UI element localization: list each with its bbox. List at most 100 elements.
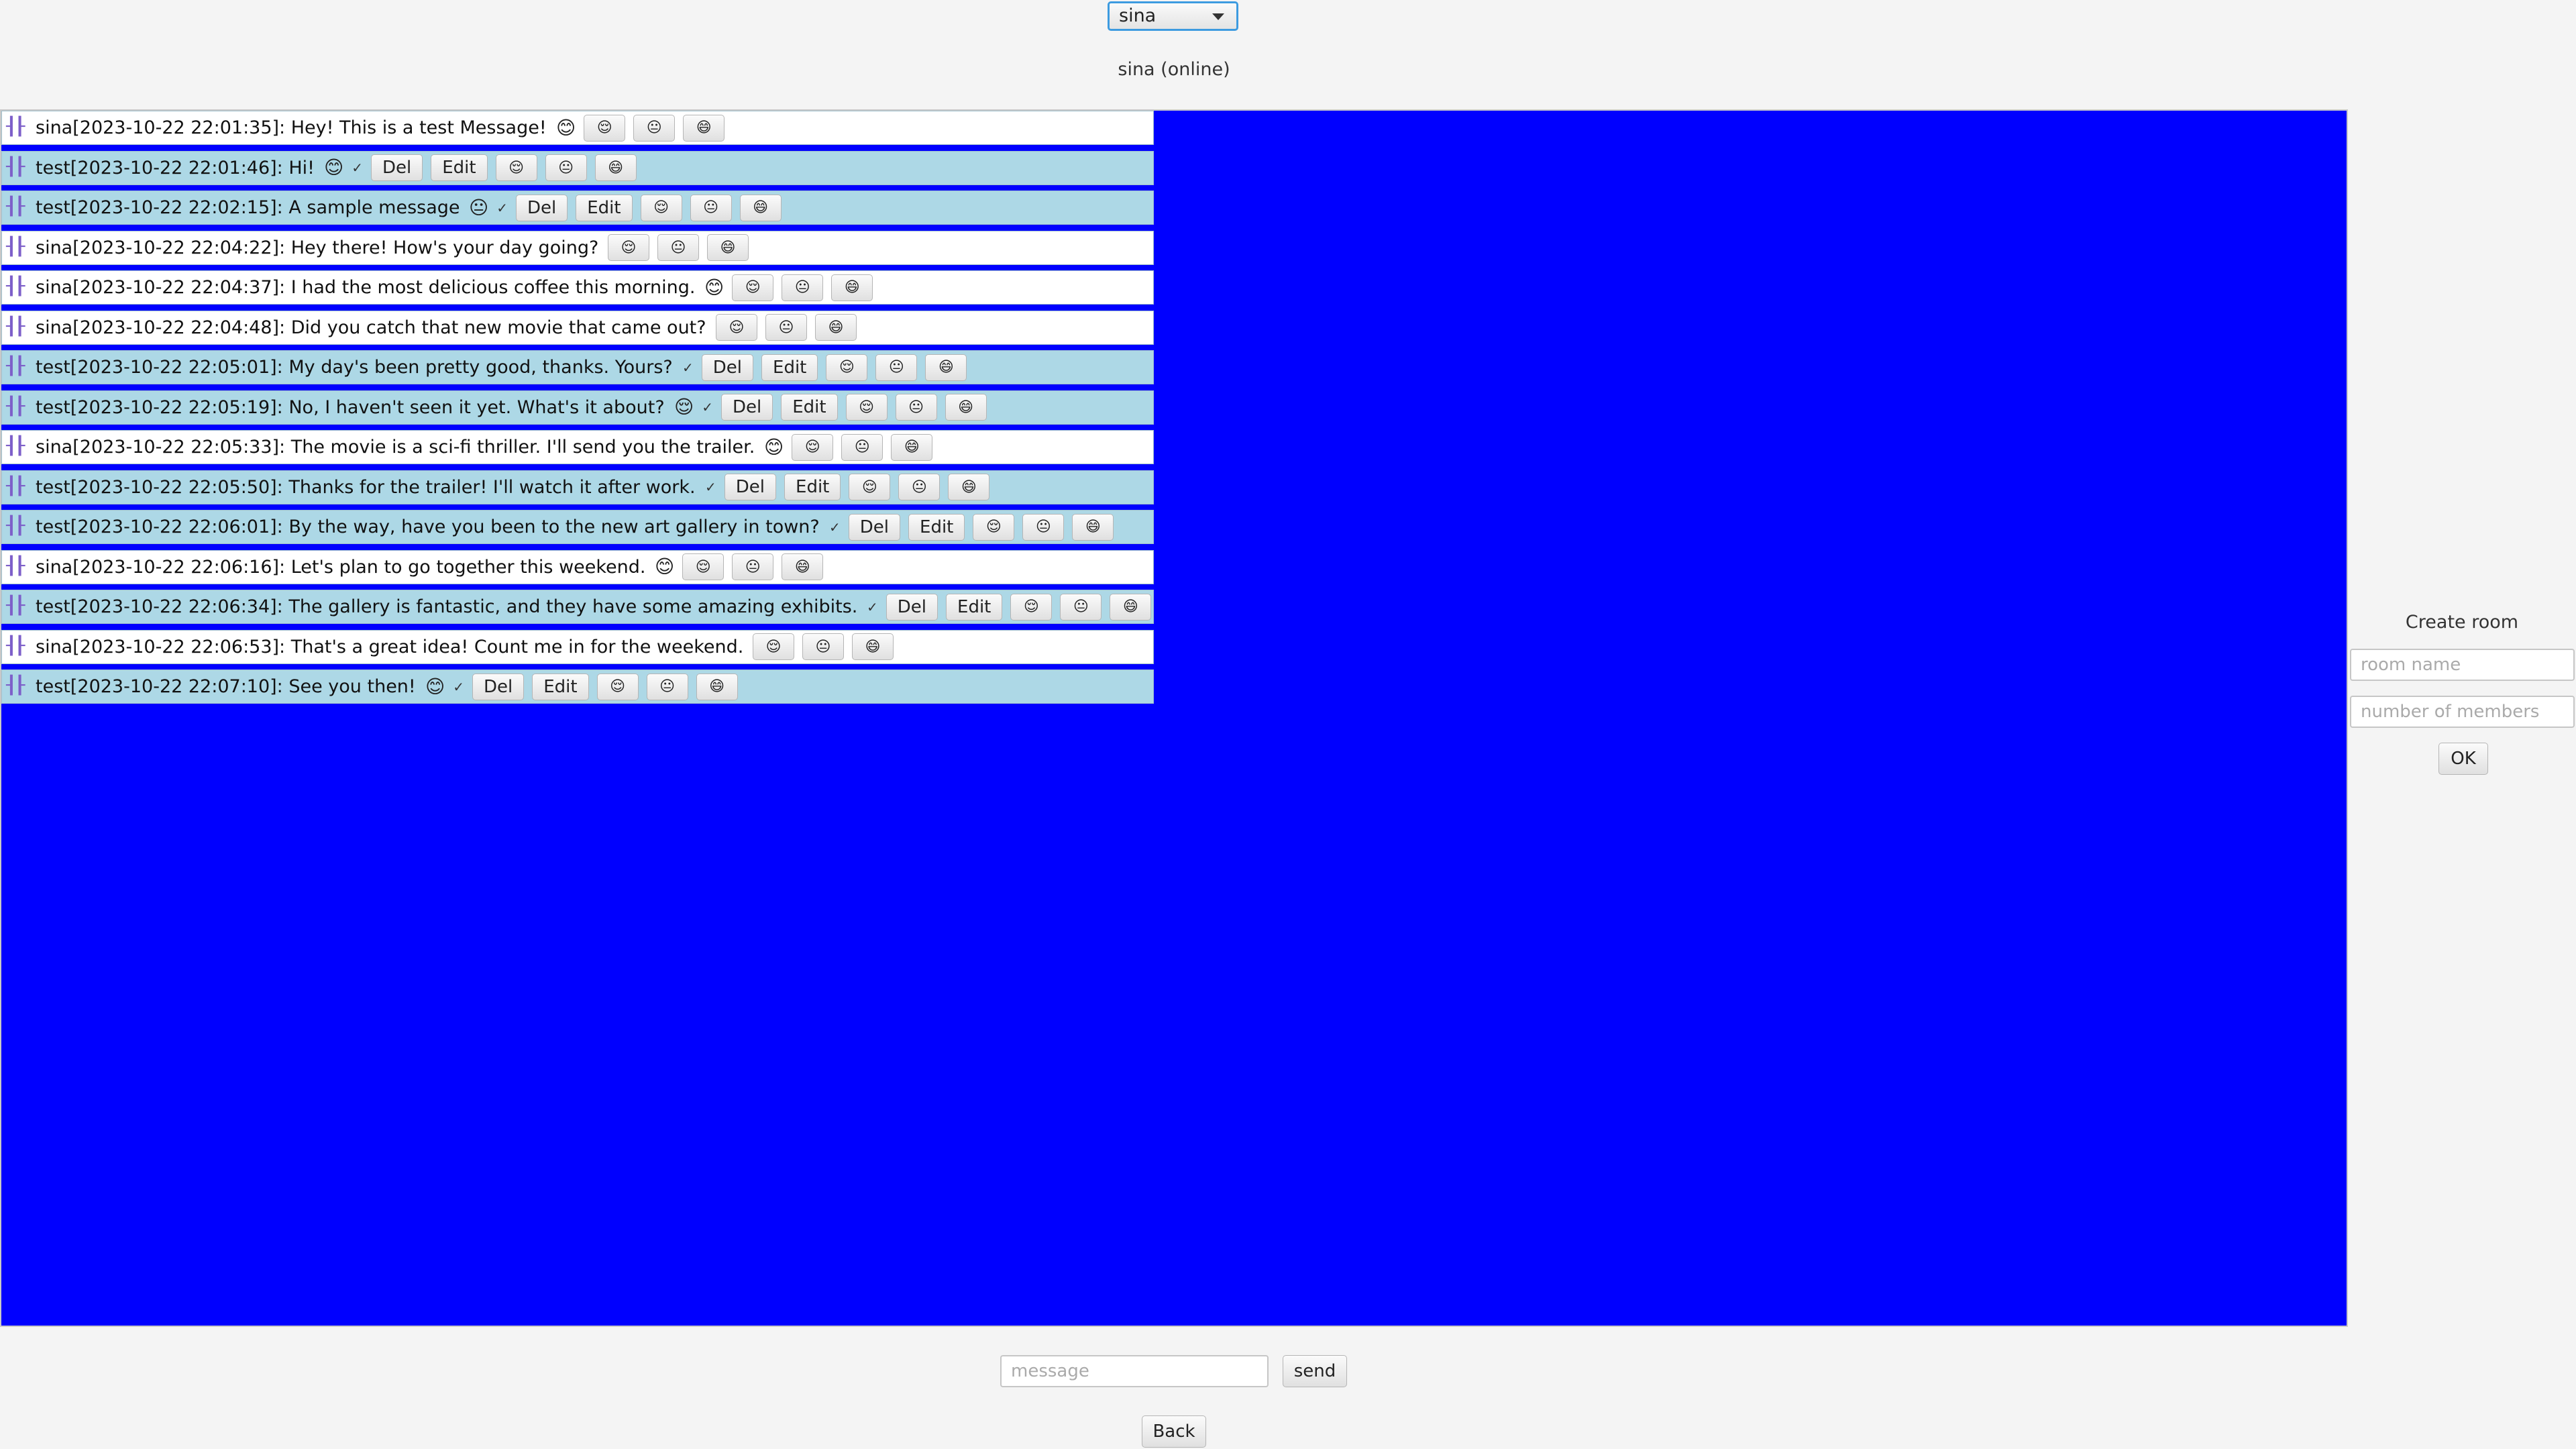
reaction-button[interactable]: 😄: [831, 274, 873, 301]
message-row: ┨┠ sina[2023-10-22 22:04:22]: Hey there! …: [1, 230, 1154, 265]
message-emoji-icon: 😊: [655, 555, 675, 578]
reaction-button[interactable]: 😄: [852, 633, 894, 660]
reaction-button[interactable]: 😐: [898, 474, 941, 500]
reaction-button[interactable]: 😐: [545, 154, 587, 181]
reaction-button[interactable]: 😌: [596, 673, 639, 700]
delete-button[interactable]: Del: [724, 474, 777, 500]
drag-handle-icon[interactable]: ┨┠: [6, 197, 29, 216]
reaction-button[interactable]: 😌: [973, 513, 1015, 541]
delete-button[interactable]: Del: [515, 194, 568, 221]
message-row: ┨┠ test[2023-10-22 22:07:10]: See you the…: [1, 669, 1154, 704]
user-select[interactable]: sina: [1108, 1, 1238, 31]
read-check-icon: ✓: [705, 479, 716, 495]
drag-handle-icon[interactable]: ┨┠: [6, 557, 29, 576]
reaction-button[interactable]: 😄: [1072, 513, 1114, 541]
reaction-button[interactable]: 😌: [792, 433, 834, 461]
reaction-button[interactable]: 😐: [765, 314, 807, 341]
reaction-button[interactable]: 😄: [891, 433, 933, 461]
ok-button[interactable]: OK: [2438, 743, 2488, 775]
reaction-button[interactable]: 😐: [841, 433, 883, 461]
edit-button[interactable]: Edit: [784, 474, 841, 500]
reaction-button[interactable]: 😐: [1060, 593, 1102, 621]
reaction-button[interactable]: 😐: [1022, 513, 1065, 541]
reaction-button[interactable]: 😐: [732, 553, 774, 580]
reaction-button[interactable]: 😐: [646, 673, 688, 700]
read-check-icon: ✓: [867, 598, 878, 615]
reaction-button[interactable]: 😐: [657, 234, 699, 261]
drag-handle-icon[interactable]: ┨┠: [6, 517, 29, 535]
edit-button[interactable]: Edit: [946, 593, 1003, 621]
reaction-button[interactable]: 😄: [707, 234, 749, 261]
reaction-button[interactable]: 😐: [895, 394, 937, 421]
reaction-button[interactable]: 😄: [739, 194, 782, 221]
edit-button[interactable]: Edit: [761, 354, 818, 381]
reaction-button[interactable]: 😐: [782, 274, 824, 301]
reaction-button[interactable]: 😐: [802, 633, 844, 660]
room-name-input[interactable]: room name: [2350, 649, 2575, 681]
reaction-button[interactable]: 😄: [925, 354, 967, 381]
reaction-button[interactable]: 😌: [608, 234, 649, 261]
message-controls: 😊 😌 😐 😄: [704, 271, 873, 304]
drag-handle-icon[interactable]: ┨┠: [6, 637, 29, 655]
edit-button[interactable]: Edit: [431, 154, 488, 181]
back-button[interactable]: Back: [1142, 1415, 1206, 1448]
delete-button[interactable]: Del: [370, 154, 423, 181]
reaction-button[interactable]: 😄: [696, 673, 738, 700]
reaction-button[interactable]: 😄: [815, 314, 857, 341]
reaction-button[interactable]: 😌: [753, 633, 794, 660]
members-count-input[interactable]: number of members: [2350, 696, 2575, 728]
drag-handle-icon[interactable]: ┨┠: [6, 117, 29, 136]
edit-button[interactable]: Edit: [908, 513, 965, 541]
message-controls: 😊 😌 😐 😄: [764, 431, 933, 464]
message-controls: ✓ Del Edit 😌 😐 😄: [867, 590, 1152, 623]
reaction-button[interactable]: 😐: [690, 194, 732, 221]
drag-handle-icon[interactable]: ┨┠: [6, 437, 29, 455]
reaction-button[interactable]: 😄: [594, 154, 637, 181]
delete-button[interactable]: Del: [885, 593, 938, 621]
delete-button[interactable]: Del: [701, 354, 754, 381]
chat-area[interactable]: ┨┠ sina[2023-10-22 22:01:35]: Hey! This i…: [0, 109, 2348, 1327]
drag-handle-icon[interactable]: ┨┠: [6, 357, 29, 376]
reaction-button[interactable]: 😌: [826, 354, 868, 381]
drag-handle-icon[interactable]: ┨┠: [6, 676, 29, 695]
reaction-button[interactable]: 😌: [732, 274, 774, 301]
drag-handle-icon[interactable]: ┨┠: [6, 477, 29, 496]
edit-button[interactable]: Edit: [576, 194, 633, 221]
reaction-button[interactable]: 😌: [1010, 593, 1053, 621]
drag-handle-icon[interactable]: ┨┠: [6, 397, 29, 416]
reaction-button[interactable]: 😌: [640, 194, 682, 221]
message-controls: 😌 😐 😄: [753, 631, 894, 663]
reaction-button[interactable]: 😌: [584, 114, 626, 142]
drag-handle-icon[interactable]: ┨┠: [6, 158, 29, 176]
reaction-button[interactable]: 😌: [845, 394, 888, 421]
reaction-button[interactable]: 😌: [716, 314, 757, 341]
delete-button[interactable]: Del: [848, 513, 901, 541]
reaction-button[interactable]: 😌: [849, 474, 891, 500]
message-text: sina[2023-10-22 22:04:37]: I had the mos…: [36, 277, 696, 298]
delete-button[interactable]: Del: [720, 394, 773, 421]
reaction-button[interactable]: 😄: [945, 394, 987, 421]
edit-button[interactable]: Edit: [532, 673, 589, 700]
drag-handle-icon[interactable]: ┨┠: [6, 237, 29, 256]
reaction-button[interactable]: 😄: [948, 474, 990, 500]
reaction-button[interactable]: 😌: [495, 154, 537, 181]
message-text: sina[2023-10-22 22:05:33]: The movie is …: [36, 437, 755, 458]
reaction-button[interactable]: 😐: [875, 354, 918, 381]
message-controls: 😌 😐 😄: [608, 231, 749, 264]
drag-handle-icon[interactable]: ┨┠: [6, 317, 29, 336]
reaction-button[interactable]: 😄: [782, 553, 824, 580]
edit-button[interactable]: Edit: [781, 394, 838, 421]
drag-handle-icon[interactable]: ┨┠: [6, 596, 29, 615]
message-text: sina[2023-10-22 22:04:22]: Hey there! Ho…: [36, 237, 599, 258]
reaction-button[interactable]: 😄: [683, 114, 725, 142]
reaction-button[interactable]: 😄: [1110, 593, 1152, 621]
send-button[interactable]: send: [1283, 1355, 1347, 1387]
reaction-button[interactable]: 😌: [682, 553, 724, 580]
message-input[interactable]: message: [1000, 1355, 1269, 1387]
message-text: sina[2023-10-22 22:01:35]: Hey! This is …: [36, 117, 547, 138]
reaction-button[interactable]: 😐: [633, 114, 676, 142]
message-text: sina[2023-10-22 22:04:48]: Did you catch…: [36, 317, 706, 338]
read-check-icon: ✓: [496, 199, 508, 216]
drag-handle-icon[interactable]: ┨┠: [6, 277, 29, 296]
delete-button[interactable]: Del: [472, 673, 525, 700]
